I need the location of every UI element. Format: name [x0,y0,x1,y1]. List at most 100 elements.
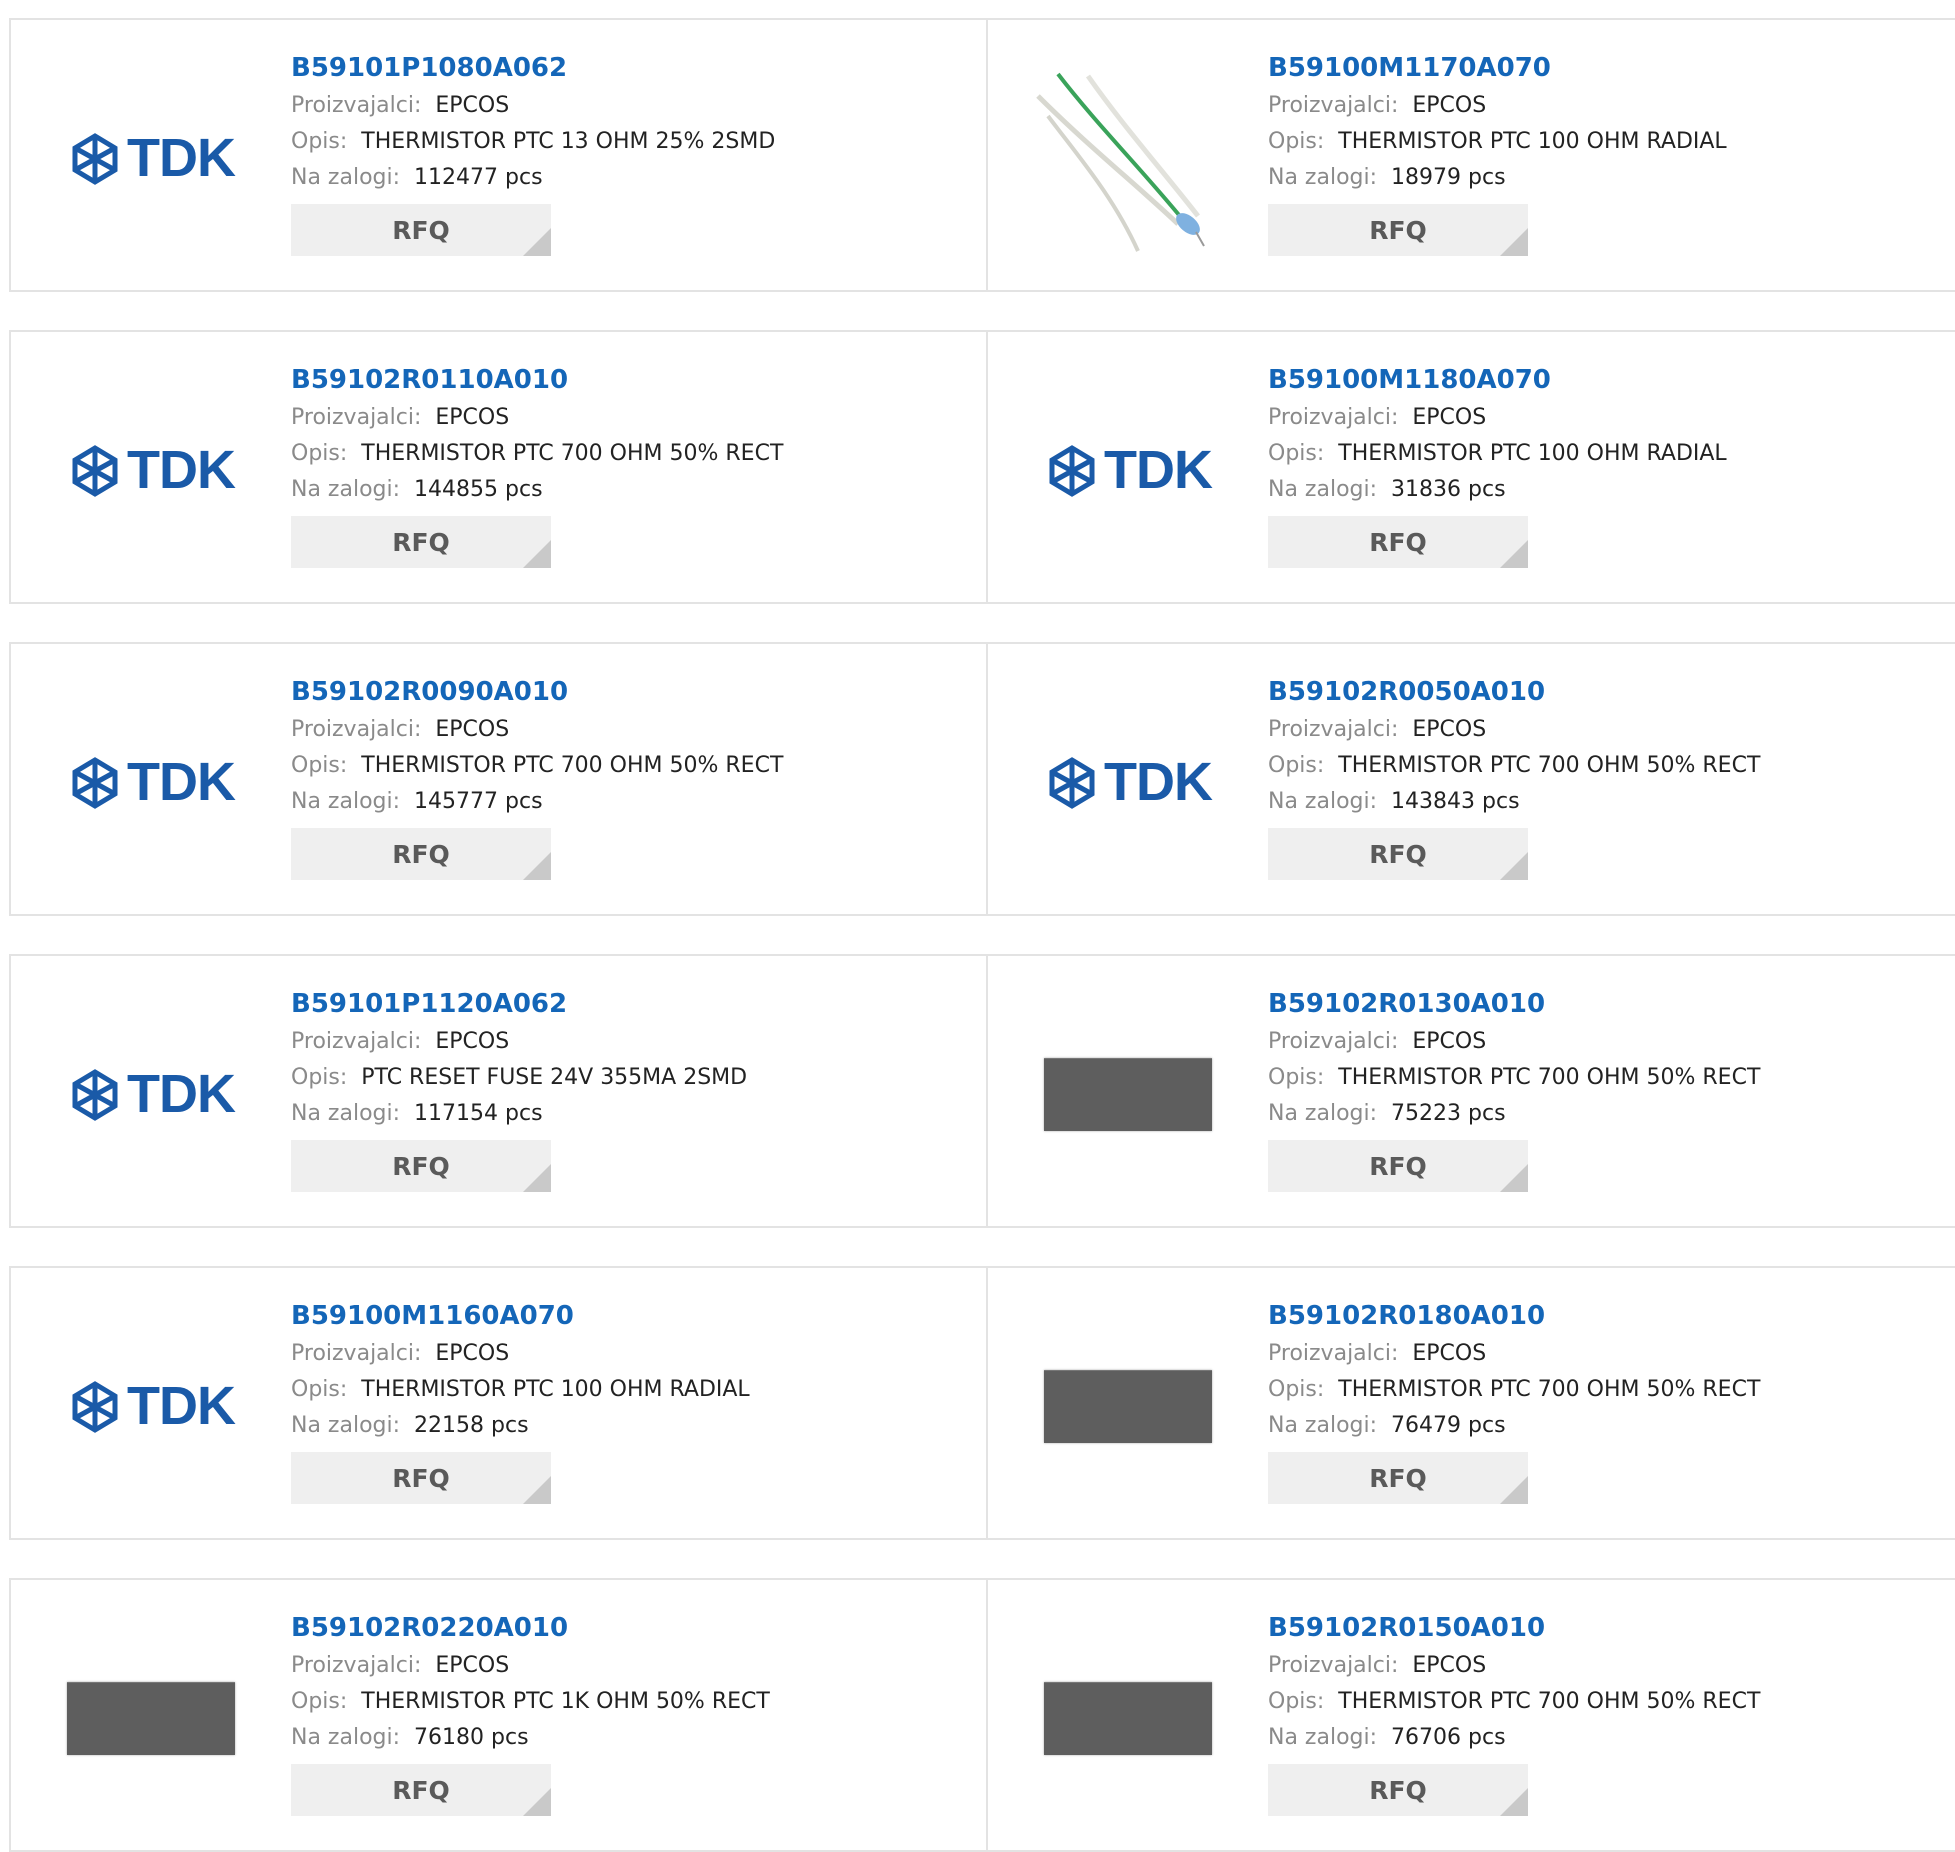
manufacturer-line: Proizvajalci: EPCOS [1268,400,1947,436]
stock-line: Na zalogi: 145777 pcs [291,784,976,820]
rfq-button[interactable]: RFQ [291,1764,551,1816]
product-card: TDK B59101P1080A062 Proizvajalci: EPCOS Opis… [11,20,988,290]
tdk-logo: TDK [67,1378,236,1434]
manufacturer-label: Proizvajalci: [291,717,422,742]
description-value: THERMISTOR PTC 100 OHM RADIAL [361,1377,750,1402]
description-label: Opis: [291,1689,348,1714]
part-number-link[interactable]: B59100M1160A070 [291,1296,976,1336]
product-card: TDK B59101P1120A062 Proizvajalci: EPCOS Opis… [11,956,988,1226]
rfq-button[interactable]: RFQ [1268,1452,1528,1504]
part-number-link[interactable]: B59102R0130A010 [1268,984,1947,1024]
description-label: Opis: [291,753,348,778]
product-info: B59100M1180A070 Proizvajalci: EPCOS Opis: TH… [1268,360,1947,568]
product-card: TDK B59100M1160A070 Proizvajalci: EPCOS Opis… [11,1268,988,1538]
rfq-button[interactable]: RFQ [1268,516,1528,568]
part-number-link[interactable]: B59102R0050A010 [1268,672,1947,712]
manufacturer-line: Proizvajalci: EPCOS [291,1024,976,1060]
product-card: B59102R0150A010 Proizvajalci: EPCOS Opis: TH… [988,1580,1955,1850]
rfq-button-label: RFQ [1369,1151,1427,1181]
stock-line: Na zalogi: 76180 pcs [291,1720,976,1756]
stock-value: 76706 pcs [1391,1725,1506,1750]
tdk-logo-text: TDK [127,752,236,812]
manufacturer-label: Proizvajalci: [1268,405,1399,430]
manufacturer-value: EPCOS [435,1653,510,1678]
product-image[interactable]: TDK [51,58,251,258]
description-line: Opis: THERMISTOR PTC 700 OHM 50% RECT [1268,748,1947,784]
stock-label: Na zalogi: [291,789,401,814]
stock-label: Na zalogi: [1268,789,1378,814]
part-number-link[interactable]: B59102R0180A010 [1268,1296,1947,1336]
description-value: THERMISTOR PTC 700 OHM 50% RECT [361,441,784,466]
product-card: TDK B59102R0050A010 Proizvajalci: EPCOS Opis… [988,644,1955,914]
manufacturer-line: Proizvajalci: EPCOS [291,400,976,436]
description-label: Opis: [1268,1377,1325,1402]
product-image[interactable] [1028,994,1228,1194]
description-line: Opis: THERMISTOR PTC 700 OHM 50% RECT [1268,1684,1947,1720]
tdk-emblem-icon [1044,754,1100,810]
rfq-button[interactable]: RFQ [291,204,551,256]
stock-label: Na zalogi: [1268,477,1378,502]
rfq-button-label: RFQ [1369,527,1427,557]
part-number-link[interactable]: B59102R0220A010 [291,1608,976,1648]
product-row: B59102R0220A010 Proizvajalci: EPCOS Opis: TH… [9,1578,1955,1852]
part-number-link[interactable]: B59100M1170A070 [1268,48,1947,88]
product-info: B59102R0090A010 Proizvajalci: EPCOS Opis: TH… [291,672,976,880]
tdk-logo: TDK [67,442,236,498]
product-image[interactable] [1028,1306,1228,1506]
stock-line: Na zalogi: 112477 pcs [291,160,976,196]
description-value: THERMISTOR PTC 13 OHM 25% 2SMD [361,129,776,154]
stock-label: Na zalogi: [1268,1725,1378,1750]
rfq-button-label: RFQ [1369,1463,1427,1493]
description-line: Opis: THERMISTOR PTC 100 OHM RADIAL [291,1372,976,1408]
rect-chip-image [1044,1057,1212,1131]
description-line: Opis: THERMISTOR PTC 700 OHM 50% RECT [291,436,976,472]
part-number-link[interactable]: B59100M1180A070 [1268,360,1947,400]
wire-thermistor-image [1028,56,1228,260]
manufacturer-value: EPCOS [1412,1341,1487,1366]
corner-triangle-icon [1500,1788,1528,1816]
product-image[interactable]: TDK [1028,682,1228,882]
product-info: B59100M1160A070 Proizvajalci: EPCOS Opis: TH… [291,1296,976,1504]
rfq-button[interactable]: RFQ [291,1452,551,1504]
product-image[interactable] [51,1618,251,1818]
product-image[interactable]: TDK [51,1306,251,1506]
stock-value: 143843 pcs [1391,789,1520,814]
part-number-link[interactable]: B59101P1080A062 [291,48,976,88]
product-card: B59102R0180A010 Proizvajalci: EPCOS Opis: TH… [988,1268,1955,1538]
product-info: B59102R0150A010 Proizvajalci: EPCOS Opis: TH… [1268,1608,1947,1816]
part-number-link[interactable]: B59102R0150A010 [1268,1608,1947,1648]
product-image[interactable]: TDK [51,682,251,882]
rfq-button[interactable]: RFQ [1268,1764,1528,1816]
tdk-logo: TDK [1044,754,1213,810]
part-number-link[interactable]: B59102R0090A010 [291,672,976,712]
product-image[interactable] [1028,1618,1228,1818]
product-info: B59101P1120A062 Proizvajalci: EPCOS Opis: PT… [291,984,976,1192]
manufacturer-value: EPCOS [435,1029,510,1054]
product-row: TDK B59101P1120A062 Proizvajalci: EPCOS Opis… [9,954,1955,1228]
rfq-button-label: RFQ [1369,1775,1427,1805]
product-card: B59102R0130A010 Proizvajalci: EPCOS Opis: TH… [988,956,1955,1226]
stock-label: Na zalogi: [1268,1413,1378,1438]
rfq-button[interactable]: RFQ [291,828,551,880]
product-card: B59100M1170A070 Proizvajalci: EPCOS Opis: TH… [988,20,1955,290]
rfq-button[interactable]: RFQ [1268,204,1528,256]
manufacturer-label: Proizvajalci: [291,93,422,118]
tdk-logo-text: TDK [127,128,236,188]
corner-triangle-icon [523,1788,551,1816]
product-image[interactable]: TDK [51,370,251,570]
rfq-button[interactable]: RFQ [1268,828,1528,880]
rfq-button[interactable]: RFQ [291,516,551,568]
part-number-link[interactable]: B59102R0110A010 [291,360,976,400]
rfq-button[interactable]: RFQ [1268,1140,1528,1192]
product-image[interactable]: TDK [1028,370,1228,570]
part-number-link[interactable]: B59101P1120A062 [291,984,976,1024]
product-info: B59102R0130A010 Proizvajalci: EPCOS Opis: TH… [1268,984,1947,1192]
rfq-button[interactable]: RFQ [291,1140,551,1192]
product-image[interactable] [1028,58,1228,258]
stock-value: 75223 pcs [1391,1101,1506,1126]
stock-value: 117154 pcs [414,1101,543,1126]
product-image[interactable]: TDK [51,994,251,1194]
manufacturer-value: EPCOS [435,717,510,742]
manufacturer-line: Proizvajalci: EPCOS [1268,1336,1947,1372]
tdk-emblem-icon [67,442,123,498]
